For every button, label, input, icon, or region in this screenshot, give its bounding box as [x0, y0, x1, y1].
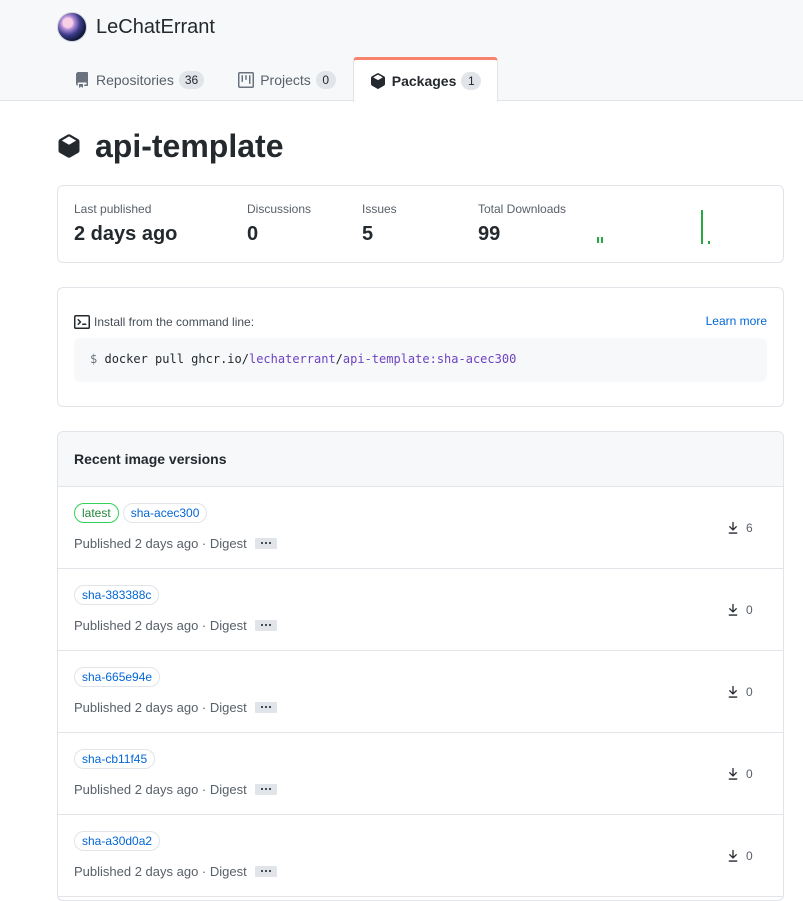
sparkline-bar	[597, 237, 599, 243]
cmd-image: api-template:sha-acec300	[342, 352, 517, 366]
tab-projects[interactable]: Projects 0	[221, 57, 353, 101]
version-meta: Published 2 days ago · Digest	[74, 700, 277, 715]
version-tag[interactable]: sha-acec300	[122, 503, 208, 523]
download-icon	[728, 603, 738, 616]
stat-label: Issues	[362, 202, 397, 216]
org-tabs: Repositories 36 Projects 0 Packages 1	[57, 57, 499, 102]
version-meta: Published 2 days ago · Digest	[74, 864, 277, 879]
version-row: latest sha-acec300 Published 2 days ago · …	[58, 487, 783, 569]
latest-tag[interactable]: latest	[74, 503, 119, 523]
prompt-symbol: $	[90, 352, 98, 366]
version-tags: latest sha-acec300	[74, 503, 211, 523]
recent-versions: Recent image versions latest sha-acec300 P…	[57, 431, 784, 901]
cmd-owner: lechaterrant	[248, 352, 336, 366]
version-meta: Published 2 days ago · Digest	[74, 618, 277, 633]
version-tags: sha-665e94e	[74, 667, 164, 687]
version-meta: Published 2 days ago · Digest	[74, 782, 277, 797]
stat-label: Total Downloads	[478, 202, 567, 216]
version-tag[interactable]: sha-665e94e	[74, 667, 161, 687]
version-downloads: 0	[726, 602, 753, 618]
published-text: Published 2 days ago · Digest	[74, 618, 247, 633]
version-downloads: 0	[726, 848, 753, 864]
published-text: Published 2 days ago · Digest	[74, 536, 247, 551]
project-icon	[238, 71, 255, 88]
published-text: Published 2 days ago · Digest	[74, 864, 247, 879]
cmd-sep: /	[335, 352, 343, 366]
published-text: Published 2 days ago · Digest	[74, 782, 247, 797]
stat-issues[interactable]: Issues 5	[362, 202, 397, 246]
stat-value: 0	[247, 223, 259, 245]
download-count: 0	[746, 603, 753, 617]
version-downloads: 0	[726, 766, 753, 782]
download-count: 0	[746, 685, 753, 699]
install-panel: Install from the command line: Learn mor…	[57, 287, 784, 407]
download-icon	[728, 849, 738, 862]
page-title: api-template	[95, 127, 284, 164]
avatar[interactable]	[57, 12, 87, 42]
package-stats: Last published 2 days ago Discussions 0 …	[57, 185, 784, 263]
download-count: 0	[746, 767, 753, 781]
download-count: 0	[746, 849, 753, 863]
org-header: LeChatErrant Repositories 36 Projects 0 …	[0, 0, 803, 102]
repo-icon	[76, 71, 88, 88]
version-row: sha-a30d0a2 Published 2 days ago · Digest…	[58, 815, 783, 897]
stat-value: 2 days ago	[74, 223, 178, 245]
version-row: sha-cb11f45 Published 2 days ago · Digest…	[58, 733, 783, 815]
digest-expand-button[interactable]	[254, 702, 277, 713]
install-label: Install from the command line:	[94, 315, 255, 329]
learn-more-link[interactable]: Learn more	[706, 314, 767, 328]
version-row: sha-383388c Published 2 days ago · Digest…	[58, 569, 783, 651]
docker-pull-command[interactable]: $ docker pull ghcr.io/lechaterrant/api-t…	[74, 338, 767, 382]
digest-expand-button[interactable]	[254, 538, 277, 549]
stat-value: 99	[478, 223, 501, 245]
download-icon	[728, 767, 738, 780]
download-icon	[728, 685, 738, 698]
tab-repositories[interactable]: Repositories 36	[57, 57, 221, 101]
cmd-prefix: docker pull ghcr.io/	[104, 352, 249, 366]
digest-expand-button[interactable]	[254, 784, 277, 795]
version-downloads: 6	[726, 520, 753, 536]
package-title-row: api-template	[57, 128, 283, 164]
stat-last-published: Last published 2 days ago	[74, 202, 177, 246]
tab-counter: 0	[315, 70, 336, 89]
version-tags: sha-383388c	[74, 585, 163, 605]
download-count: 6	[746, 521, 753, 535]
stat-value: 5	[362, 223, 374, 245]
version-tag[interactable]: sha-383388c	[74, 585, 160, 605]
downloads-sparkline	[597, 210, 710, 244]
version-tag[interactable]: sha-a30d0a2	[74, 831, 161, 851]
version-list: latest sha-acec300 Published 2 days ago · …	[58, 487, 783, 897]
sparkline-bar	[708, 241, 710, 244]
version-tags: sha-cb11f45	[74, 749, 159, 769]
version-meta: Published 2 days ago · Digest	[74, 536, 277, 551]
tab-counter: 1	[461, 72, 482, 90]
version-tag[interactable]: sha-cb11f45	[74, 749, 156, 769]
sparkline-bar	[601, 237, 603, 243]
stat-total-downloads: Total Downloads 99	[478, 202, 566, 246]
tab-packages[interactable]: Packages 1	[352, 57, 499, 102]
version-downloads: 0	[726, 684, 753, 700]
tab-counter: 36	[178, 70, 205, 89]
sparkline-bar	[701, 210, 703, 244]
terminal-icon	[74, 315, 90, 329]
digest-expand-button[interactable]	[254, 866, 277, 877]
org-identity[interactable]: LeChatErrant	[57, 12, 215, 42]
tab-label: Repositories	[96, 71, 174, 88]
package-icon	[370, 73, 385, 89]
version-tags: sha-a30d0a2	[74, 831, 164, 851]
versions-title: Recent image versions	[58, 432, 783, 487]
package-icon	[58, 134, 80, 158]
tab-label: Packages	[391, 73, 457, 89]
stat-discussions[interactable]: Discussions 0	[247, 202, 311, 246]
download-icon	[728, 521, 738, 534]
install-header: Install from the command line:	[74, 314, 254, 330]
tab-label: Projects	[260, 71, 311, 88]
published-text: Published 2 days ago · Digest	[74, 700, 247, 715]
version-row: sha-665e94e Published 2 days ago · Digest…	[58, 651, 783, 733]
digest-expand-button[interactable]	[254, 620, 277, 631]
org-name[interactable]: LeChatErrant	[96, 16, 215, 39]
stat-label: Last published	[74, 202, 152, 216]
stat-label: Discussions	[247, 202, 312, 216]
